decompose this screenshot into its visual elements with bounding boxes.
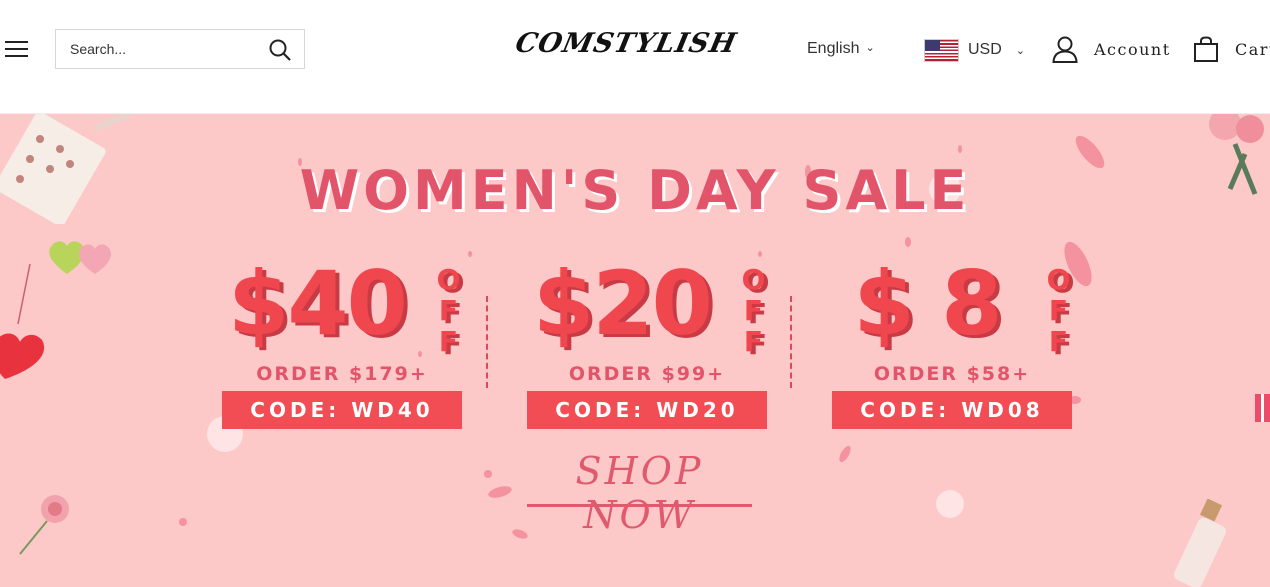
shopping-bag-icon <box>1194 36 1218 62</box>
currency-label: USD <box>968 41 1002 58</box>
offer-card: $40 OFF ORDER $179+ CODE: WD40 <box>222 256 465 429</box>
cart-link[interactable]: Cart <box>1193 36 1270 63</box>
offer-minimum: ORDER $179+ <box>256 363 428 385</box>
promo-banner[interactable]: WOMEN'S DAY SALE $40 OFF ORDER $179+ CODE… <box>0 114 1270 587</box>
coupon-code[interactable]: CODE: WD40 <box>222 391 462 429</box>
coupon-code[interactable]: CODE: WD08 <box>832 391 1072 429</box>
offer-card: $20 OFF ORDER $99+ CODE: WD20 <box>527 256 770 429</box>
offer-amount: $ 8 OFF <box>832 256 1075 356</box>
search-icon[interactable] <box>268 38 292 62</box>
us-flag-icon <box>925 39 958 61</box>
search-form <box>55 29 305 69</box>
offer-amount: $40 OFF <box>222 256 465 356</box>
language-selector[interactable]: English ⌄ <box>807 40 875 58</box>
search-input[interactable] <box>56 30 256 68</box>
chevron-down-icon: ⌄ <box>1015 44 1025 57</box>
cart-label: Cart <box>1235 40 1270 59</box>
offer-divider <box>790 296 792 388</box>
account-label: Account <box>1094 40 1171 59</box>
offer-card: $ 8 OFF ORDER $58+ CODE: WD08 <box>832 256 1075 429</box>
shop-now-button[interactable]: SHOP NOW <box>527 449 752 537</box>
language-label: English <box>807 40 860 57</box>
offer-divider <box>486 296 488 388</box>
chevron-down-icon: ⌄ <box>865 42 875 54</box>
sale-headline: WOMEN'S DAY SALE <box>299 159 971 222</box>
offer-minimum: ORDER $58+ <box>873 363 1031 385</box>
user-icon <box>1052 36 1078 63</box>
off-label: OFF <box>1042 263 1075 356</box>
offer-minimum: ORDER $99+ <box>568 363 726 385</box>
hamburger-menu-icon[interactable] <box>5 40 29 58</box>
site-header: COMSTYLISH English ⌄ USD ⌄ Account Cart <box>0 0 1270 114</box>
offer-amount: $20 OFF <box>527 256 770 356</box>
currency-selector[interactable]: USD ⌄ <box>925 38 1025 62</box>
coupon-code[interactable]: CODE: WD20 <box>527 391 767 429</box>
site-logo[interactable]: COMSTYLISH <box>511 28 740 68</box>
off-label: OFF <box>737 263 770 356</box>
account-link[interactable]: Account <box>1052 36 1171 63</box>
off-label: OFF <box>432 263 465 356</box>
